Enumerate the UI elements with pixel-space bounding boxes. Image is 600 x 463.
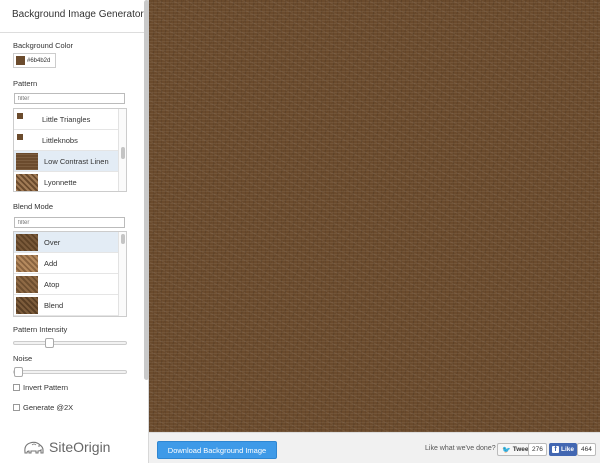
pattern-list-scrollbar[interactable] — [118, 109, 126, 191]
invert-pattern-option[interactable]: Invert Pattern — [13, 383, 68, 392]
pattern-thumb — [16, 152, 38, 170]
invert-pattern-checkbox[interactable] — [13, 384, 20, 391]
background-color-label: Background Color — [13, 41, 74, 50]
invert-pattern-label: Invert Pattern — [23, 383, 69, 392]
logo-text: SiteOrigin — [49, 439, 111, 455]
generate-2x-label: Generate @2X — [23, 403, 74, 412]
pattern-name: Lyonnette — [44, 177, 77, 187]
list-item[interactable]: Little Triangles — [14, 109, 126, 130]
like-label: Like — [561, 446, 575, 453]
blend-mode-filter-input[interactable] — [14, 217, 125, 228]
pattern-list[interactable]: Little Triangles Littleknobs Low Contras… — [13, 108, 127, 192]
blend-mode-label: Blend Mode — [13, 202, 54, 211]
blend-name: Blend — [44, 300, 64, 310]
sidebar: Background Image Generator Background Co… — [0, 0, 149, 463]
color-value: #6b4b2d — [27, 57, 51, 64]
blend-thumb — [16, 275, 38, 293]
elephant-icon — [24, 441, 44, 454]
list-item[interactable]: Low Contrast Linen — [14, 151, 126, 172]
pattern-intensity-label: Pattern Intensity — [13, 325, 68, 334]
pattern-name: Low Contrast Linen — [44, 156, 109, 166]
pattern-label: Pattern — [13, 79, 38, 88]
blend-thumb — [16, 296, 38, 314]
background-color-picker[interactable]: #6b4b2d — [13, 53, 56, 68]
slider-handle[interactable] — [44, 338, 54, 348]
twitter-bird-icon: 🐦 — [502, 446, 511, 454]
blend-name: Atop — [44, 279, 60, 289]
tweet-count: 276 — [528, 443, 547, 456]
list-item[interactable]: Blend — [14, 295, 126, 316]
scroll-thumb[interactable] — [121, 234, 125, 244]
facebook-icon: f — [552, 446, 559, 453]
facebook-like-button[interactable]: f Like — [549, 443, 578, 456]
blend-list-scrollbar[interactable] — [118, 232, 126, 316]
list-item[interactable]: Over — [14, 232, 126, 253]
generate-2x-checkbox[interactable] — [13, 404, 20, 411]
list-item[interactable]: Atop — [14, 274, 126, 295]
blend-name: Add — [44, 258, 58, 268]
slider-handle[interactable] — [14, 367, 23, 377]
blend-thumb — [16, 254, 38, 272]
like-prompt: Like what we've done? — [425, 445, 496, 452]
pattern-filter-input[interactable] — [14, 93, 125, 104]
sidebar-header: Background Image Generator — [0, 0, 148, 33]
pattern-name: Littleknobs — [42, 135, 78, 145]
color-swatch — [16, 56, 25, 65]
scroll-thumb[interactable] — [121, 147, 125, 159]
list-item[interactable]: Littleknobs — [14, 130, 126, 151]
blend-mode-list[interactable]: Over Add Atop Blend — [13, 231, 127, 317]
app-title: Background Image Generator — [12, 9, 144, 20]
bottom-bar: Download Background Image Like what we'v… — [149, 432, 600, 463]
noise-slider[interactable] — [13, 367, 127, 377]
like-count: 464 — [577, 443, 596, 456]
pattern-name: Little Triangles — [42, 114, 91, 124]
download-button[interactable]: Download Background Image — [157, 441, 277, 459]
noise-label: Noise — [13, 354, 33, 363]
siteorigin-logo[interactable]: SiteOrigin — [22, 439, 110, 455]
pattern-thumb — [17, 134, 23, 140]
pattern-intensity-slider[interactable] — [13, 338, 127, 348]
blend-name: Over — [44, 237, 61, 247]
pattern-thumb — [16, 173, 38, 191]
blend-thumb — [16, 233, 38, 251]
list-item[interactable]: Add — [14, 253, 126, 274]
generate-2x-option[interactable]: Generate @2X — [13, 403, 73, 412]
list-item[interactable]: Lyonnette — [14, 172, 126, 191]
pattern-thumb — [17, 113, 23, 119]
background-preview — [149, 0, 600, 432]
